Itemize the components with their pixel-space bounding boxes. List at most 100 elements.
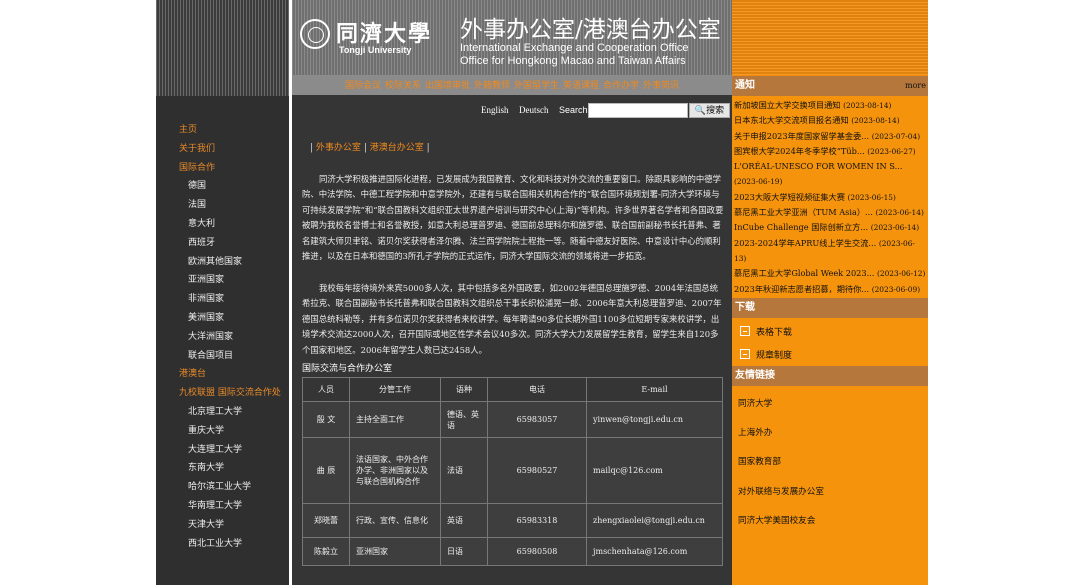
sidebar-item[interactable]: 国际合作	[156, 159, 289, 178]
document-icon	[740, 349, 750, 359]
notice-item[interactable]: 新加坡国立大学交换项目通知 (2023-08-14)	[734, 98, 926, 113]
top-nav-item[interactable]: 出国境审批	[425, 81, 470, 91]
sidebar-item[interactable]: 美洲国家	[156, 309, 289, 328]
notice-item[interactable]: 日本东北大学交流项目报名通知 (2023-08-14)	[734, 113, 926, 128]
download-header: 下载	[732, 298, 928, 318]
friend-link-shanghai-fao[interactable]: 上海外办	[738, 426, 772, 438]
university-logo-cn[interactable]: 同濟大學	[336, 16, 432, 48]
table-header-cell: 电话	[487, 377, 587, 402]
top-nav-item[interactable]: 外籍教师	[474, 81, 510, 91]
table-cell: 曲 辰	[302, 437, 350, 504]
search-button[interactable]: 🔍搜索	[689, 103, 730, 118]
section-title: 国际交流与合作办公室	[302, 364, 393, 374]
sidebar-item[interactable]: 联合国项目	[156, 347, 289, 366]
notice-item[interactable]: 图宾根大学2024年冬季学校“Tüb... (2023-06-27)	[734, 144, 926, 159]
sidebar-item[interactable]: 非洲国家	[156, 290, 289, 309]
right-decor-band	[732, 0, 928, 75]
download-forms-link[interactable]: 表格下载	[740, 325, 792, 338]
search-input[interactable]	[588, 103, 688, 118]
sidebar-item[interactable]: 德国	[156, 177, 289, 196]
table-cell: 德语、英语	[440, 401, 488, 438]
notice-date: (2023-06-12)	[877, 269, 926, 279]
top-nav-item[interactable]: 校际关系	[385, 81, 421, 91]
office-title-en-2: Office for Hongkong Macao and Taiwan Aff…	[460, 55, 686, 67]
sidebar-item[interactable]: 天津大学	[156, 516, 289, 535]
sidebar-item[interactable]: 北京理工大学	[156, 403, 289, 422]
email-cell[interactable]: zhengxiaolei@tongji.edu.cn	[586, 503, 723, 538]
university-seal-icon	[300, 19, 330, 49]
notice-date: (2023-06-27)	[867, 146, 916, 156]
sidebar-item[interactable]: 亚洲国家	[156, 271, 289, 290]
download-forms-label: 表格下载	[756, 328, 793, 338]
notice-date: (2023-06-14)	[870, 223, 920, 233]
table-cell: 法语	[440, 437, 488, 504]
notice-list: 新加坡国立大学交换项目通知 (2023-08-14) 日本东北大学交流项目报名通知…	[734, 98, 926, 312]
sidebar-item[interactable]: 哈尔滨工业大学	[156, 478, 289, 497]
table-cell: 日语	[440, 537, 488, 566]
top-nav-item[interactable]: 合作办学	[603, 81, 639, 91]
table-cell: 殷 文	[302, 401, 350, 438]
sidebar-item[interactable]: 港澳台	[156, 365, 289, 384]
top-nav-item[interactable]: 国际会议	[345, 81, 381, 91]
table-cell: 陈毅立	[302, 537, 350, 566]
notice-item[interactable]: 慕尼黑工业大学Global Week 2023... (2023-06-12)	[734, 266, 926, 281]
email-cell[interactable]: yinwen@tongji.edu.cn	[586, 401, 723, 438]
notice-item[interactable]: 2023-2024学年APRU线上学生交流... (2023-06-13)	[734, 236, 926, 267]
table-cell: 65983057	[487, 401, 587, 438]
sidebar-item[interactable]: 意大利	[156, 215, 289, 234]
notice-item[interactable]: 2023大阪大学短视频征集大赛 (2023-06-15)	[734, 190, 926, 205]
breadcrumb-separator: |	[426, 143, 430, 153]
office-title-en-1: International Exchange and Cooperation O…	[460, 42, 689, 54]
sidebar-item[interactable]: 九校联盟 国际交流合作处	[156, 384, 289, 403]
sidebar-item[interactable]: 大连理工大学	[156, 441, 289, 460]
top-nav-item[interactable]: 外国留学生	[514, 81, 559, 91]
breadcrumb: | 外事办公室 | 港澳台办公室 |	[310, 140, 430, 153]
notice-text: 图宾根大学2024年冬季学校“Tüb...	[734, 145, 865, 156]
sidebar-item[interactable]: 重庆大学	[156, 422, 289, 441]
friend-link-us-alumni[interactable]: 同济大学美国校友会	[738, 514, 815, 526]
top-nav-item[interactable]: 外事简讯	[643, 81, 679, 91]
notice-text: 慕尼黑工业大学Global Week 2023...	[734, 268, 875, 279]
notice-item[interactable]: 2023年秋迎新志愿者招募，期待你... (2023-06-09)	[734, 282, 926, 297]
sidebar-item[interactable]: 法国	[156, 196, 289, 215]
sidebar-item[interactable]: 西北工业大学	[156, 535, 289, 554]
lang-english-link[interactable]: English	[481, 105, 509, 115]
breadcrumb-foreign-affairs[interactable]: 外事办公室	[316, 143, 361, 153]
friend-link-moe[interactable]: 国家教育部	[738, 455, 781, 467]
more-link[interactable]: more	[905, 76, 926, 96]
sidebar-item[interactable]: 关于我们	[156, 140, 289, 159]
notice-text: L'ORÉAL-UNESCO FOR WOMEN IN S...	[734, 161, 903, 172]
download-title: 下载	[735, 302, 755, 313]
search-label: Search	[559, 105, 588, 115]
table-cell: 主持全面工作	[349, 401, 441, 438]
notice-text: 日本东北大学交流项目报名通知	[734, 115, 849, 126]
university-logo-en[interactable]: Tongji University	[339, 45, 411, 55]
table-cell: 英语	[440, 503, 488, 538]
sidebar-item[interactable]: 主页	[156, 121, 289, 140]
sidebar-item[interactable]: 大洋洲国家	[156, 328, 289, 347]
contact-table: 人员 分管工作 语种 电话 E-mail 殷 文主持全面工作 德语、英语 65983057 y…	[302, 377, 723, 566]
table-row: 曲 辰法语国家、中外合作办学、非洲国家以及与联合国机构合作 法语 65980527 m…	[302, 437, 723, 504]
sidebar-item[interactable]: 华南理工大学	[156, 497, 289, 516]
table-cell: 65983318	[487, 503, 587, 538]
lang-deutsch-link[interactable]: Deutsch	[519, 105, 549, 115]
sidebar-item[interactable]: 西班牙	[156, 234, 289, 253]
download-rules-link[interactable]: 规章制度	[740, 348, 792, 361]
links-title: 友情链接	[735, 370, 775, 381]
friend-link-tongji[interactable]: 同济大学	[738, 397, 772, 409]
sidebar-item[interactable]: 欧洲其他国家	[156, 253, 289, 272]
notice-item[interactable]: 慕尼黑工业大学亚洲（TUM Asia）... (2023-06-14)	[734, 205, 926, 220]
notice-item[interactable]: 关于申报2023年度国家留学基金委... (2023-07-04)	[734, 129, 926, 144]
table-body: 殷 文主持全面工作 德语、英语 65983057 yinwen@tongji.edu.…	[302, 401, 723, 566]
notice-title: 通知	[735, 80, 755, 91]
sidebar-item[interactable]: 东南大学	[156, 459, 289, 478]
intro-paragraph-2: 我校每年接待境外来宾5000多人次，其中包括多名外国政要，如2002年德国总理施…	[302, 283, 722, 355]
notice-item[interactable]: L'ORÉAL-UNESCO FOR WOMEN IN S... (2023-0…	[734, 159, 926, 190]
notice-item[interactable]: InCube Challenge 国际创新立方... (2023-06-14)	[734, 220, 926, 235]
breadcrumb-hk-macao-taiwan[interactable]: 港澳台办公室	[370, 143, 424, 153]
email-cell[interactable]: mailqc@126.com	[586, 437, 723, 504]
email-cell[interactable]: jmschenhata@126.com	[586, 537, 723, 566]
page-margin-right	[928, 0, 1080, 585]
top-nav-item[interactable]: 英语课程	[563, 81, 599, 91]
friend-link-external-relations[interactable]: 对外联络与发展办公室	[738, 485, 824, 497]
